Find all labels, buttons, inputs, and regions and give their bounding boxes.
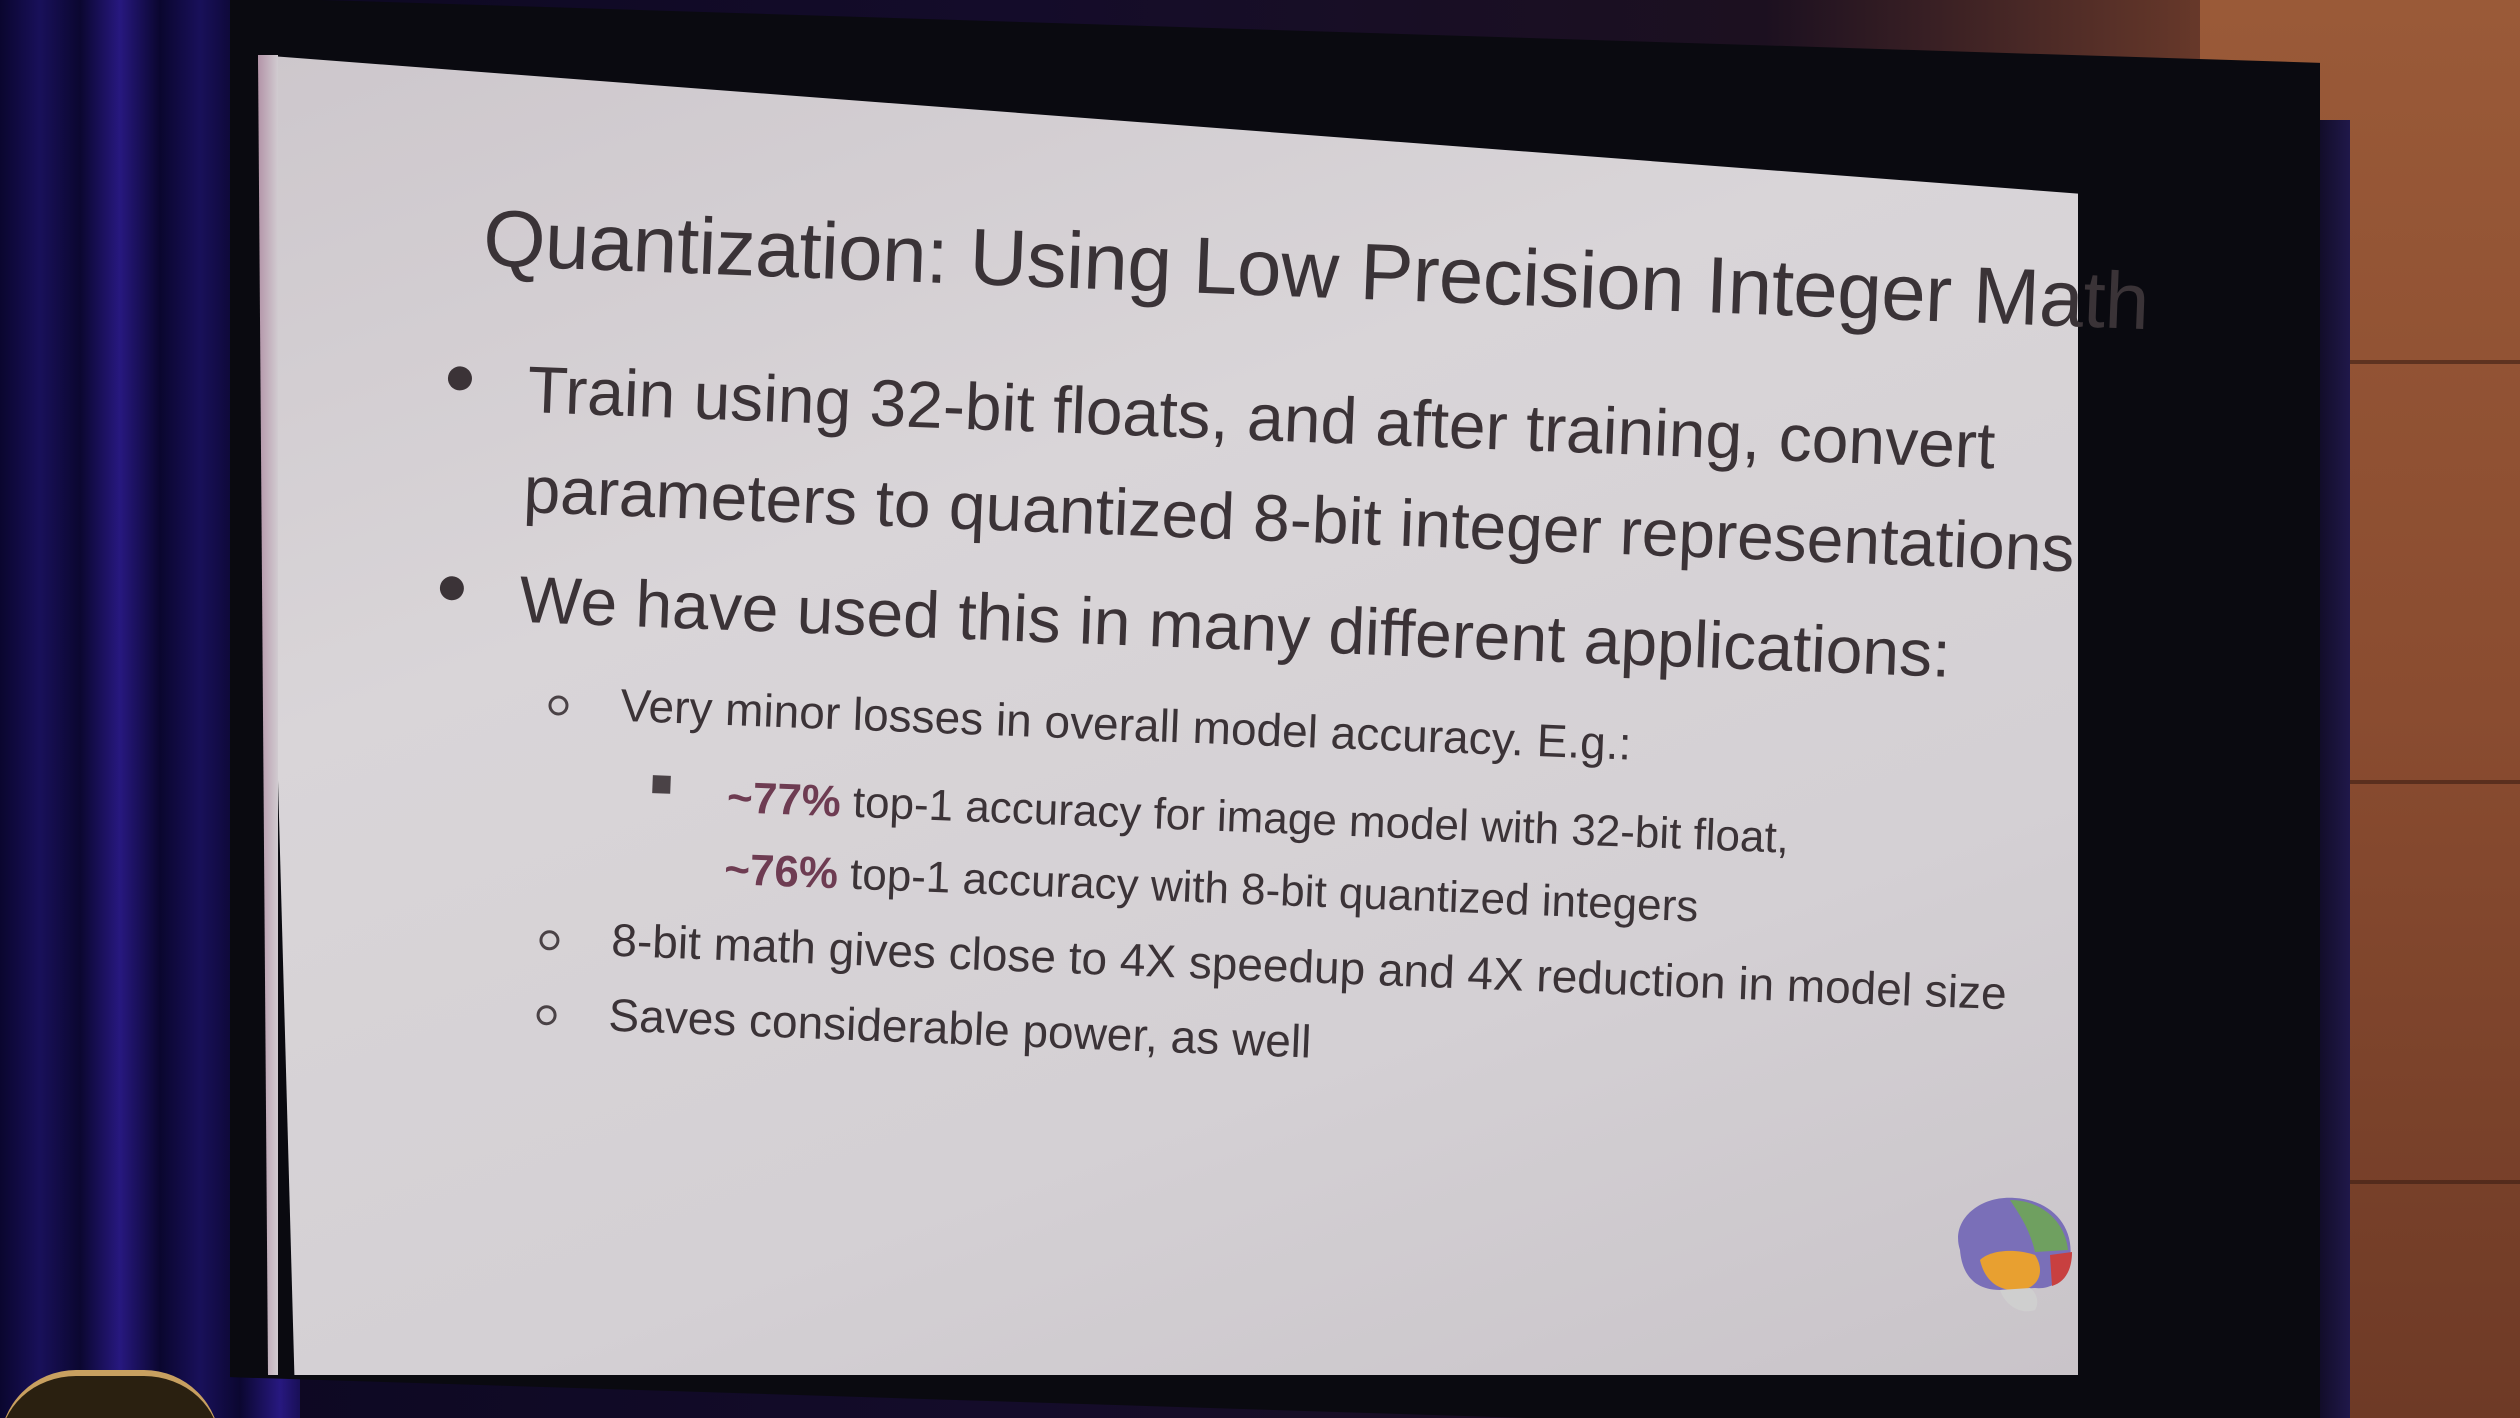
sub-bullet-item: Saves considerable power, as well	[536, 988, 1313, 1069]
bullet-dot-icon	[439, 575, 465, 601]
circle-bullet-icon	[536, 1004, 557, 1026]
sub-bullet-item: Very minor losses in overall model accur…	[548, 678, 1633, 771]
brain-logo-icon	[1958, 1197, 2072, 1312]
circle-bullet-icon	[548, 695, 569, 716]
bullet-dot-icon	[447, 365, 473, 391]
accuracy-highlight: ~77%	[726, 773, 842, 827]
slide-title: Quantization: Using Low Precision Intege…	[481, 193, 2151, 347]
conference-room-scene: Quantization: Using Low Precision Intege…	[0, 0, 2520, 1418]
square-bullet-icon	[652, 775, 671, 794]
sub-bullet-text: Very minor losses in overall model accur…	[619, 678, 1633, 770]
accuracy-highlight: ~76%	[723, 844, 839, 899]
sub-sub-bullet-item: ~77% top-1 accuracy for image model with…	[652, 762, 1790, 947]
sub-bullet-text: Saves considerable power, as well	[607, 988, 1313, 1068]
slide-content: Quantization: Using Low Precision Intege…	[0, 0, 2520, 1418]
circle-bullet-icon	[539, 929, 560, 951]
